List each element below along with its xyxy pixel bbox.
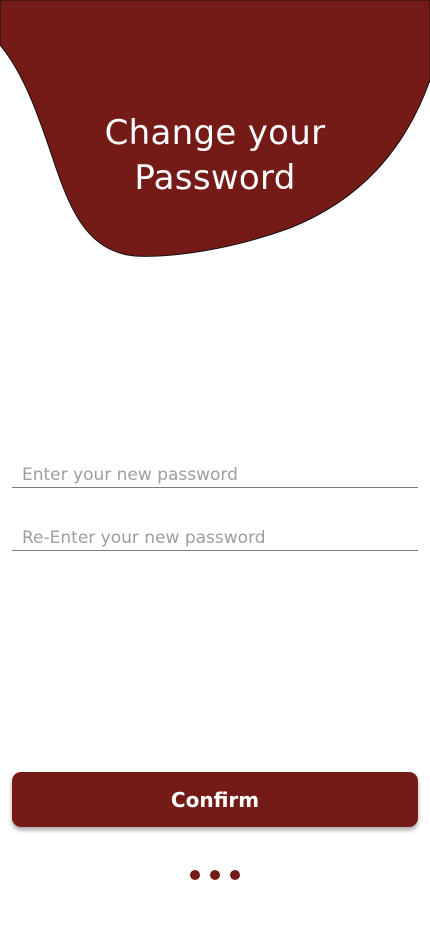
loading-dot	[210, 870, 220, 880]
three-dots-loading-icon	[0, 870, 430, 882]
new-password-field	[12, 457, 418, 488]
confirm-password-input[interactable]	[22, 526, 412, 550]
loading-dot	[230, 870, 240, 880]
loading-dot	[190, 870, 200, 880]
page-title-line1: Change your	[104, 113, 326, 153]
new-password-input[interactable]	[22, 463, 412, 487]
confirm-button[interactable]: Confirm	[12, 772, 418, 827]
confirm-password-field	[12, 520, 418, 551]
page-title-line2: Password	[134, 158, 296, 198]
